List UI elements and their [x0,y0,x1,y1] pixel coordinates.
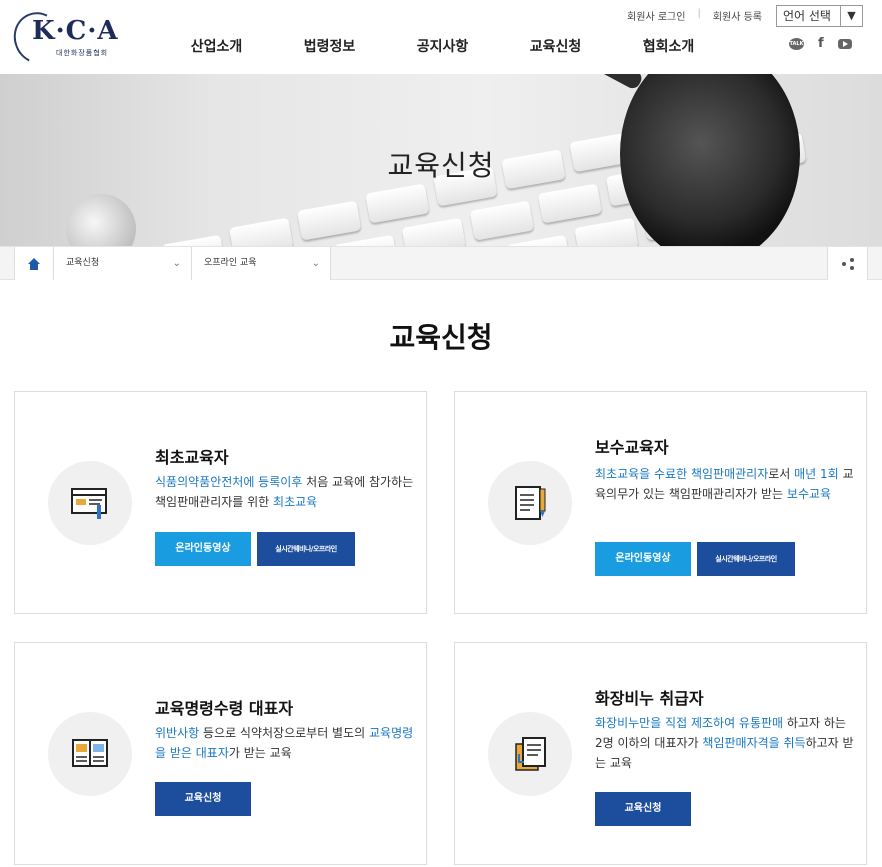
util-separator: | [697,8,701,19]
member-register-link[interactable]: 회원사 등록 [713,8,762,23]
nav-law[interactable]: 법령정보 [273,36,386,56]
language-select[interactable]: 언어 선택 ▼ [776,5,863,27]
book-icon [72,739,108,767]
member-login-link[interactable]: 회원사 로그인 [627,8,685,23]
utility-links: 회원사 로그인 | 회원사 등록 [627,8,762,23]
card-icon-circle [488,461,572,545]
card-ordered-representative: 교육명령수령 대표자 위반사항 등으로 식약처장으로부터 별도의 교육명령을 받… [14,642,427,865]
breadcrumb-label-2: 오프라인 교육 [204,258,257,268]
facebook-icon[interactable]: f [818,36,824,51]
home-icon [28,257,40,270]
talk-icon[interactable]: TALK [789,37,804,50]
nav-notice[interactable]: 공지사항 [386,36,499,56]
card-icon-circle [48,712,132,796]
document-pen-icon [515,486,546,520]
online-video-button[interactable]: 온라인동영상 [155,532,251,566]
breadcrumb-label-1: 교육신청 [66,258,100,268]
language-select-label: 언어 선택 [783,9,831,23]
hero-banner: 교육신청 [0,74,882,246]
page-title: 교육신청 [389,321,493,354]
share-icon [841,257,854,270]
card-initial-trainee: 최초교육자 식품의약품안전처에 등록이후 처음 교육에 참가하는 책임판매관리자… [14,391,427,614]
card-refresher-trainee: 보수교육자 최초교육을 수료한 책임판매관리자로서 매년 1회 교육의무가 있는… [454,391,867,614]
site-header: K·C·A 대한화장품협회 회원사 로그인 | 회원사 등록 언어 선택 ▼ 산… [0,0,882,74]
card-description: 위반사항 등으로 식약처장으로부터 별도의 교육명령을 받은 대표자가 받는 교… [155,726,414,760]
card-title: 화장비누 취급자 [595,689,704,708]
online-video-button[interactable]: 온라인동영상 [595,542,691,576]
document-transfer-icon [515,737,546,771]
card-description: 최초교육을 수료한 책임판매관리자로서 매년 1회 교육의무가 있는 책임판매관… [595,467,854,501]
web-design-icon [71,488,107,519]
webinar-offline-button[interactable]: 실시간웨비나/오프라인 [257,532,355,566]
apply-education-button[interactable]: 교육신청 [155,782,251,816]
card-soap-handler: 화장비누 취급자 화장비누만을 직접 제조하여 유통판매 하고자 하는 2명 이… [454,642,867,865]
home-button[interactable] [14,247,54,280]
breadcrumb: 교육신청 ⌄ 오프라인 교육 ⌄ [0,246,882,280]
banner-title: 교육신청 [387,149,495,182]
youtube-icon[interactable] [837,38,852,49]
card-icon-circle [488,712,572,796]
breadcrumb-dropdown-2[interactable]: 오프라인 교육 ⌄ [192,247,331,280]
sns-links: TALK f [789,36,852,51]
nav-industry[interactable]: 산업소개 [160,36,273,56]
main-nav: 산업소개 법령정보 공지사항 교육신청 협회소개 [160,36,725,56]
card-description: 식품의약품안전처에 등록이후 처음 교육에 참가하는 책임판매관리자를 위한 최… [155,475,414,509]
nav-education[interactable]: 교육신청 [499,36,612,56]
chevron-down-icon: ▼ [840,6,862,26]
card-title: 보수교육자 [595,438,669,457]
card-description: 화장비누만을 직접 제조하여 유통판매 하고자 하는 2명 이하의 대표자가 책… [595,716,854,770]
chevron-down-icon: ⌄ [311,258,320,269]
nav-about[interactable]: 협회소개 [612,36,725,56]
site-logo[interactable]: K·C·A 대한화장품협회 [6,5,118,71]
card-title: 교육명령수령 대표자 [155,699,294,718]
card-title: 최초교육자 [155,448,229,467]
chevron-down-icon: ⌄ [172,258,181,269]
breadcrumb-dropdown-1[interactable]: 교육신청 ⌄ [54,247,192,280]
logo-subtitle: 대한화장품협회 [56,49,109,57]
webinar-offline-button[interactable]: 실시간웨비나/오프라인 [697,542,795,576]
card-icon-circle [48,461,132,545]
share-button[interactable] [827,247,868,280]
apply-education-button[interactable]: 교육신청 [595,792,691,826]
logo-mark: K·C·A [32,16,119,46]
